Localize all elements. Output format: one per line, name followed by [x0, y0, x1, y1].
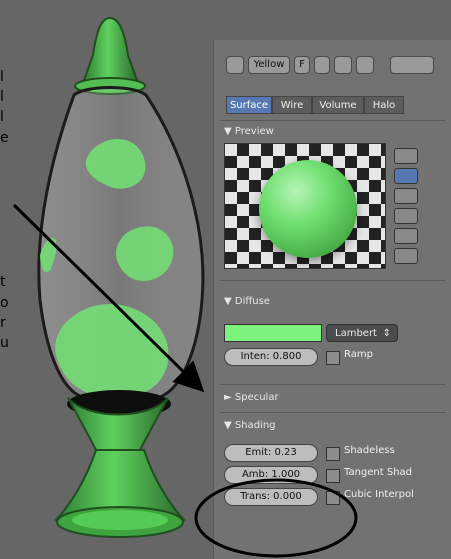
- annotations: [12, 203, 358, 558]
- annotation-circle: [194, 478, 358, 558]
- annotation-arrow: [12, 203, 205, 393]
